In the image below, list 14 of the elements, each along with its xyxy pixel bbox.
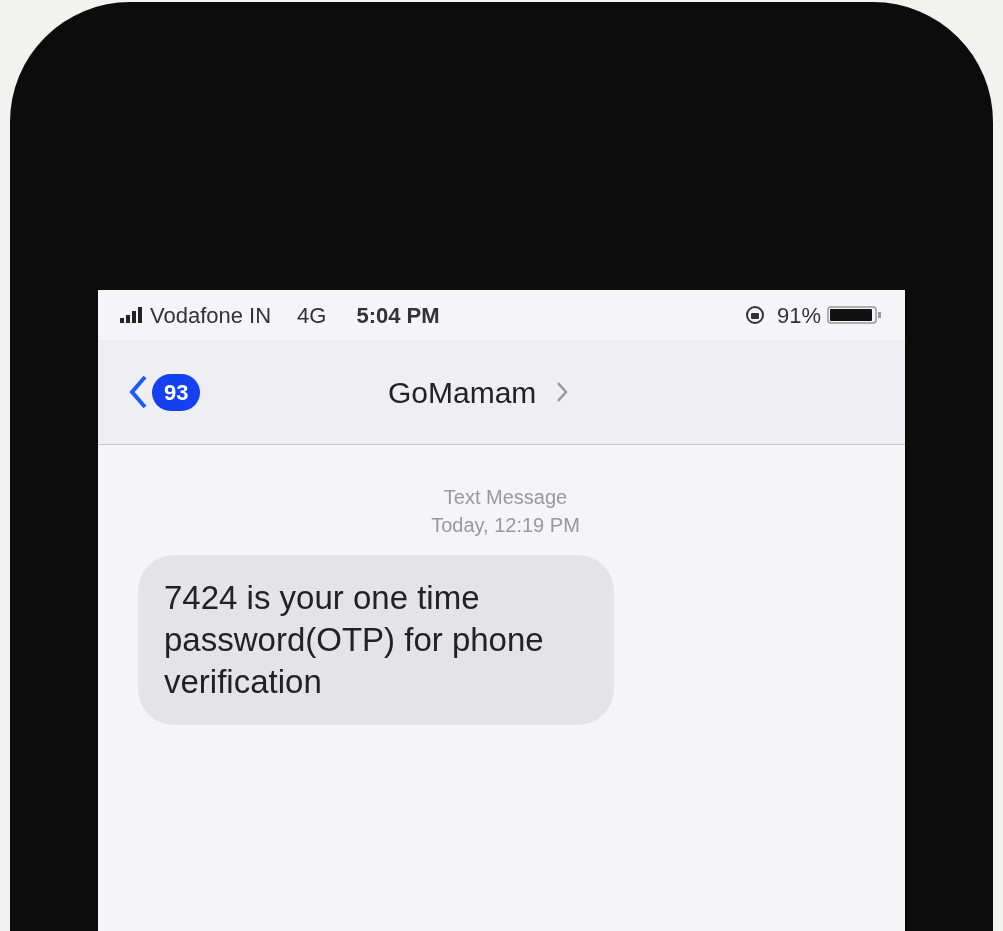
message-timestamp: Today, 12:19 PM	[431, 513, 580, 538]
status-time: 5:04 PM	[356, 301, 440, 330]
carrier-name: Vodafone IN	[150, 301, 272, 330]
chevron-right-icon	[556, 381, 569, 403]
back-button[interactable]: 93	[128, 373, 201, 411]
unread-count-badge: 93	[152, 373, 201, 411]
contact-title-button[interactable]: GoMamam	[388, 369, 569, 415]
battery-icon	[827, 305, 883, 325]
network-type: 4G	[297, 301, 327, 330]
rotation-lock-icon	[744, 305, 765, 325]
battery-percentage: 91%	[776, 301, 821, 330]
back-chevron-icon	[128, 374, 148, 410]
message-type-label: Text Message	[443, 485, 568, 510]
incoming-message-bubble: 7424 is your one time password(OTP) for phone verification	[138, 555, 614, 725]
